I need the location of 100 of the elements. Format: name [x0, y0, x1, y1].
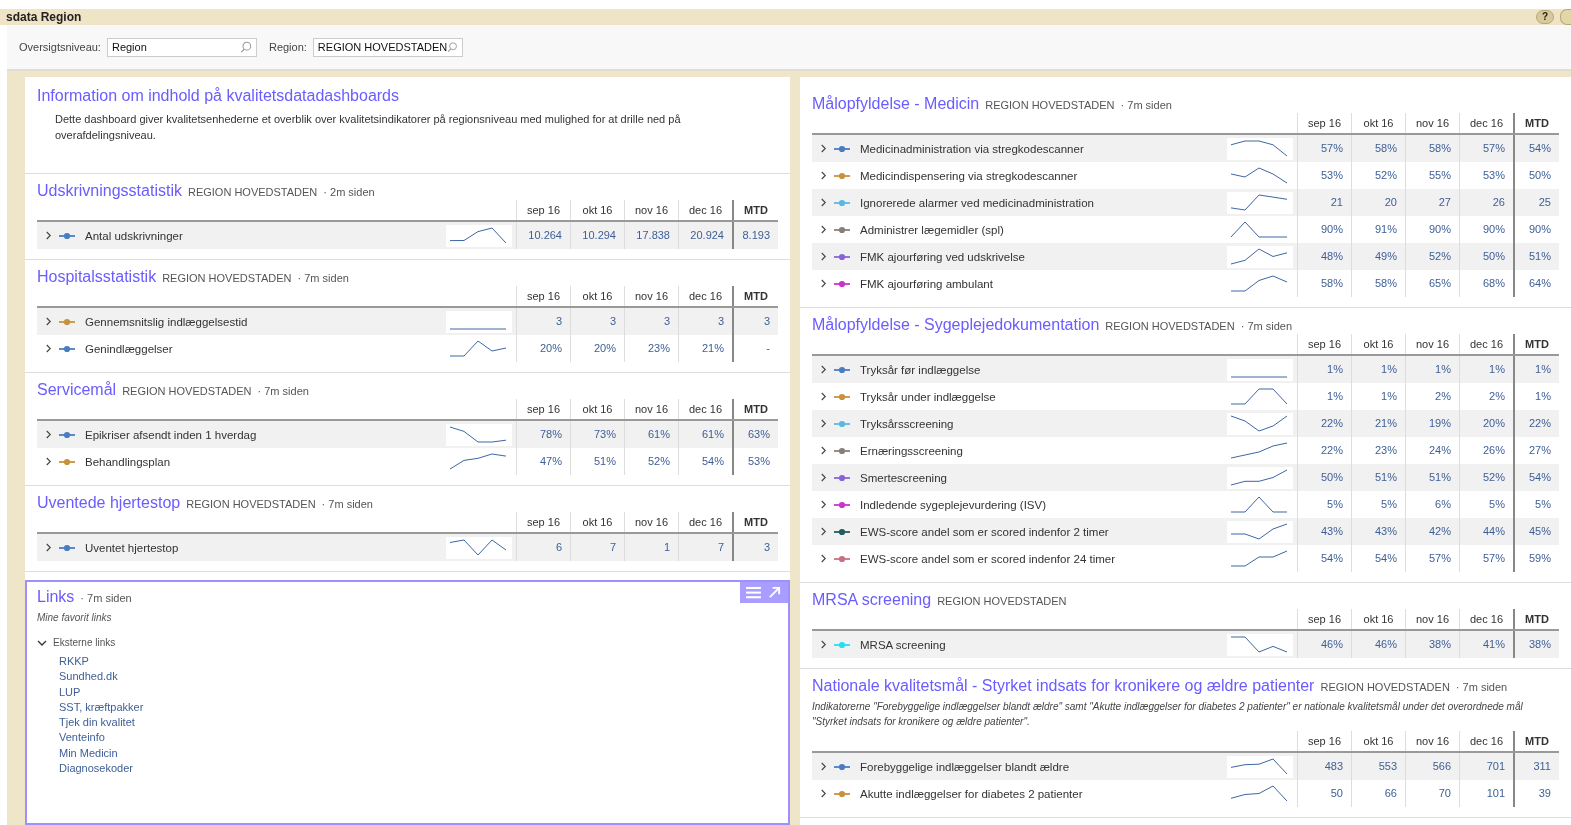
indicator-row[interactable]: Tryksår før indlæggelse 1% 1% 1% 1% 1%: [812, 356, 1559, 383]
indicator-row[interactable]: Epikriser afsendt inden 1 hverdag 78% 73% 61% 61% 63%: [37, 421, 778, 448]
expand-chevron-icon[interactable]: [819, 554, 827, 563]
update-time: · 2m siden: [323, 186, 375, 198]
column-header: nov 16: [624, 286, 678, 306]
link[interactable]: Venteinfo: [59, 730, 105, 746]
indicator-row[interactable]: Smertescreening 50% 51% 51% 52% 54%: [812, 464, 1559, 491]
sparkline: [446, 310, 512, 333]
expand-chevron-icon[interactable]: [819, 762, 827, 771]
indicator-label: EWS-score andel som er scored indenfor 2 timer: [859, 525, 1110, 538]
table-cell: 58%: [1297, 270, 1351, 297]
column-header: MTD: [732, 200, 778, 220]
table-cell: 57%: [1297, 135, 1351, 162]
expand-chevron-icon[interactable]: [819, 144, 827, 153]
table-cell: 10.264: [516, 222, 570, 249]
filter-label: Region:: [268, 41, 307, 53]
sparkline: [446, 423, 512, 446]
indicator-row[interactable]: EWS-score andel som er scored indenfor 2 timer 43% 43% 42% 44% 45%: [812, 518, 1559, 545]
indicator-label: Genindlæggelser: [84, 342, 174, 355]
expand-chevron-icon[interactable]: [44, 344, 52, 353]
table-cell: 66: [1351, 780, 1405, 807]
table-cell: 52%: [1405, 243, 1459, 270]
section-title: Links: [37, 588, 75, 606]
section-title: Nationale kvalitetsmål - Styrket indsats for kronikere og ældre patienter: [812, 677, 1315, 695]
expand-chevron-icon[interactable]: [819, 446, 827, 455]
table-cell: 1: [624, 534, 678, 561]
update-time: · 7m siden: [1120, 99, 1172, 111]
indicator-row[interactable]: EWS-score andel som er scored indenfor 24 timer 54% 54% 57% 57% 59%: [812, 545, 1559, 572]
link[interactable]: Diagnosekoder: [59, 761, 133, 777]
indicator-row[interactable]: Gennemsnitslig indlæggelsestid 3 3 3 3 3: [37, 308, 778, 335]
indicator-row[interactable]: FMK ajourføring ved udskrivelse 48% 49% 52% 50% 51%: [812, 243, 1559, 270]
link[interactable]: SST, kræftpakker: [59, 699, 144, 716]
link[interactable]: LUP: [59, 684, 81, 700]
table-cell: 10.294: [570, 222, 624, 249]
sparkline: [1227, 412, 1293, 435]
section-title: Udskrivningsstatistik: [37, 182, 182, 200]
table-cell: 483: [1297, 753, 1351, 780]
sparkline: [1227, 245, 1293, 268]
indicator-row[interactable]: Uventet hjertestop 6 7 1 7 3: [37, 534, 778, 561]
indicator-row[interactable]: Medicinadministration via stregkodescanner 57% 58% 58% 57% 54%: [812, 135, 1559, 162]
section-region: REGION HOVEDSTADEN: [1320, 681, 1450, 693]
indicator-row[interactable]: Ignorerede alarmer ved medicinadministration 21 20 27 26 25: [812, 189, 1559, 216]
link[interactable]: Sundhed.dk: [59, 669, 118, 685]
indicator-row[interactable]: Genindlæggelser 20% 20% 23% 21% -: [37, 335, 778, 362]
expand-chevron-icon[interactable]: [44, 317, 52, 326]
help-button[interactable]: ?: [1536, 10, 1554, 24]
expand-chevron-icon[interactable]: [819, 171, 827, 180]
table-cell: 48%: [1297, 243, 1351, 270]
expand-chevron-icon[interactable]: [44, 457, 52, 466]
expand-chevron-icon[interactable]: [819, 225, 827, 234]
link[interactable]: RKKP: [59, 654, 89, 670]
indicator-label: FMK ajourføring ved udskrivelse: [859, 250, 1026, 263]
expand-chevron-icon[interactable]: [44, 231, 52, 240]
link[interactable]: Min Medicin: [59, 745, 118, 762]
table-cell: 63%: [732, 421, 778, 448]
table-cell: 20.924: [678, 222, 732, 249]
indicator-row[interactable]: Akutte indlæggelser for diabetes 2 patienter 50 66 70 101 39: [812, 780, 1559, 807]
expand-chevron-icon[interactable]: [819, 640, 827, 649]
table-cell: 57%: [1405, 545, 1459, 572]
table-cell: 54%: [678, 448, 732, 475]
expand-chevron-icon[interactable]: [819, 198, 827, 207]
column-header: dec 16: [1459, 334, 1513, 354]
indicator-label: Medicinadministration via stregkodescanner: [859, 142, 1085, 155]
indicator-row[interactable]: MRSA screening 46% 46% 38% 41% 38%: [812, 631, 1559, 658]
table-cell: 553: [1351, 753, 1405, 780]
table-cell: 54%: [1513, 464, 1559, 491]
indicator-label: EWS-score andel som er scored indenfor 24 timer: [859, 552, 1117, 565]
search-icon[interactable]: [239, 41, 252, 53]
link[interactable]: Tjek din kvalitet: [59, 715, 135, 731]
indicator-row[interactable]: Forebyggelige indlæggelser blandt ældre 483 553 566 701 311: [812, 753, 1559, 780]
indicator-row[interactable]: Tryksårsscreening 22% 21% 19% 20% 22%: [812, 410, 1559, 437]
filter-field[interactable]: Region: [106, 37, 257, 57]
expand-chevron-icon[interactable]: [819, 392, 827, 401]
expand-chevron-icon[interactable]: [819, 419, 827, 428]
table-cell: 3: [732, 534, 778, 561]
column-header: okt 16: [570, 286, 624, 306]
filter-field[interactable]: REGION HOVEDSTADEN: [312, 37, 463, 57]
indicator-row[interactable]: Antal udskrivninger 10.264 10.294 17.838 20.924 8.193: [37, 222, 778, 249]
expand-chevron-icon[interactable]: [819, 279, 827, 288]
section-description: Indikatorerne "Forebyggelige indlæggelser blandt ældre" samt "Akutte indlæggelser for diabetes 2 patienter" er nationale kvalitetsmål under det overordnede mål "Styrket indsats for kronikere og ældre patienter".: [812, 700, 1524, 729]
expand-chevron-icon[interactable]: [44, 430, 52, 439]
column-header: nov 16: [1405, 609, 1459, 629]
expand-chevron-icon[interactable]: [819, 252, 827, 261]
expand-chevron-icon[interactable]: [819, 365, 827, 374]
indicator-row[interactable]: FMK ajourføring ambulant 58% 58% 65% 68% 64%: [812, 270, 1559, 297]
table-cell: 3: [678, 308, 732, 335]
column-header: sep 16: [516, 286, 570, 306]
expand-chevron-icon[interactable]: [819, 527, 827, 536]
column-header: dec 16: [1459, 731, 1513, 751]
indicator-row[interactable]: Behandlingsplan 47% 51% 52% 54% 53%: [37, 448, 778, 475]
expand-chevron-icon[interactable]: [819, 789, 827, 798]
table-cell: 22%: [1297, 410, 1351, 437]
expand-chevron-icon[interactable]: [819, 500, 827, 509]
indicator-label: Behandlingsplan: [84, 455, 172, 468]
expand-chevron-icon[interactable]: [819, 473, 827, 482]
table-cell: 19%: [1405, 410, 1459, 437]
expand-chevron-icon[interactable]: [44, 543, 52, 552]
table-cell: 8.193: [732, 222, 778, 249]
column-header: MTD: [732, 399, 778, 419]
link-group-label[interactable]: Eksterne links: [53, 637, 116, 648]
